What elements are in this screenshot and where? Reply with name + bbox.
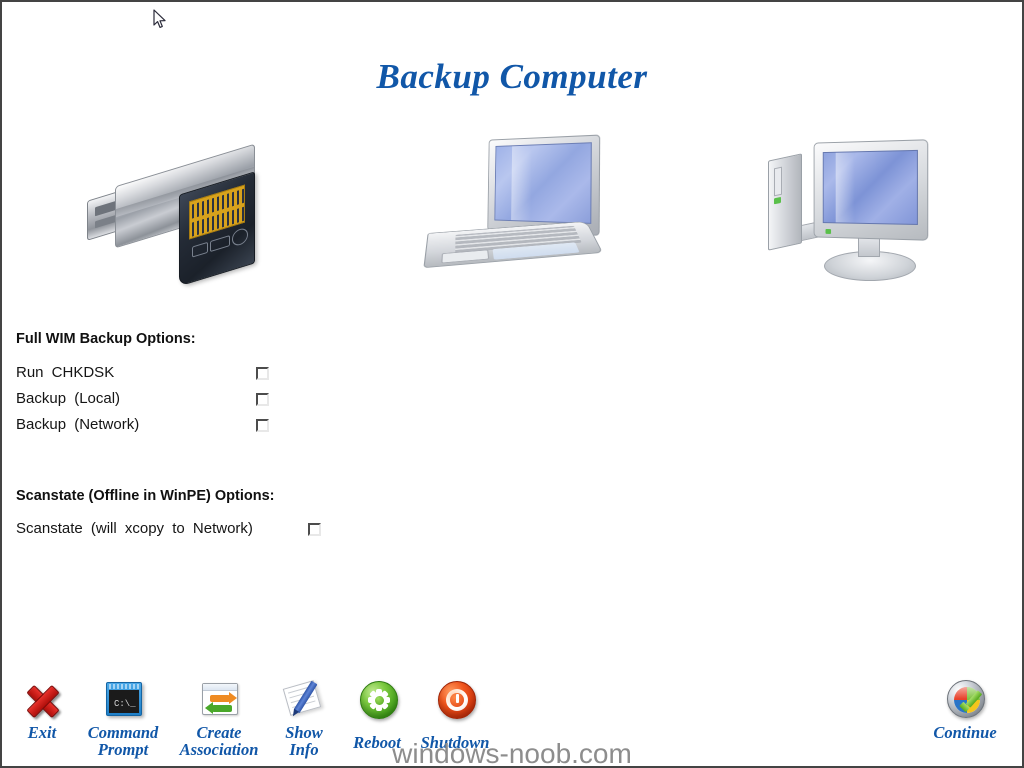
wim-options-header: Full WIM Backup Options: <box>16 331 196 347</box>
notepad-pen-icon <box>282 678 326 722</box>
command-prompt-icon: C:\_ <box>101 678 145 722</box>
option-label-run-chkdsk: Run CHKDSK <box>16 364 115 381</box>
backup-computer-window: Backup Computer Full WIM Backup Options:… <box>0 0 1024 768</box>
checkbox-run-chkdsk[interactable] <box>256 367 269 380</box>
option-row-backup-network[interactable]: Backup (Network) <box>16 416 296 438</box>
red-x-icon <box>20 678 64 722</box>
memory-card-mark-2 <box>210 235 230 253</box>
monitor-screen <box>822 149 918 225</box>
create-association-icon <box>197 678 241 722</box>
usb-flash-drive-icon <box>87 143 277 287</box>
desktop-computer-icon <box>762 135 942 285</box>
checkbox-backup-network[interactable] <box>256 419 269 432</box>
mouse-cursor-icon <box>153 9 166 28</box>
laptop-computer-icon <box>423 131 604 281</box>
illustration-row <box>2 127 1022 302</box>
option-row-run-chkdsk[interactable]: Run CHKDSK <box>16 364 296 386</box>
desktop-tower <box>768 153 802 251</box>
command-prompt-icon-text: C:\_ <box>114 699 136 709</box>
option-label-backup-local: Backup (Local) <box>16 390 121 407</box>
laptop-touchpad <box>441 249 490 264</box>
shutdown-power-icon <box>433 678 477 722</box>
checkbox-scanstate[interactable] <box>308 523 321 536</box>
option-label-backup-network: Backup (Network) <box>16 416 140 433</box>
laptop-screen <box>494 142 592 224</box>
desktop-monitor <box>813 139 929 241</box>
site-watermark: windows-noob.com <box>392 738 632 768</box>
option-row-backup-local[interactable]: Backup (Local) <box>16 390 296 412</box>
green-arrow-icon <box>205 702 232 714</box>
laptop-lid <box>487 134 601 236</box>
checkbox-backup-local[interactable] <box>256 393 269 406</box>
exit-button[interactable]: Exit <box>6 678 78 741</box>
scanstate-options-header: Scanstate (Offline in WinPE) Options: <box>16 488 275 504</box>
monitor-power-led <box>825 228 832 234</box>
memory-card-mark-1 <box>192 241 208 258</box>
green-check-icon <box>958 693 982 717</box>
option-row-scanstate[interactable]: Scanstate (will xcopy to Network) <box>16 520 356 542</box>
windows-orb-check-icon <box>943 678 987 722</box>
memory-card-mark-3 <box>232 226 248 248</box>
continue-button[interactable]: Continue <box>922 678 1008 741</box>
option-label-scanstate: Scanstate (will xcopy to Network) <box>16 520 253 537</box>
reboot-icon <box>355 678 399 722</box>
laptop-base <box>423 221 604 269</box>
page-title: Backup Computer <box>376 57 648 96</box>
orange-arrow-icon <box>210 692 237 704</box>
